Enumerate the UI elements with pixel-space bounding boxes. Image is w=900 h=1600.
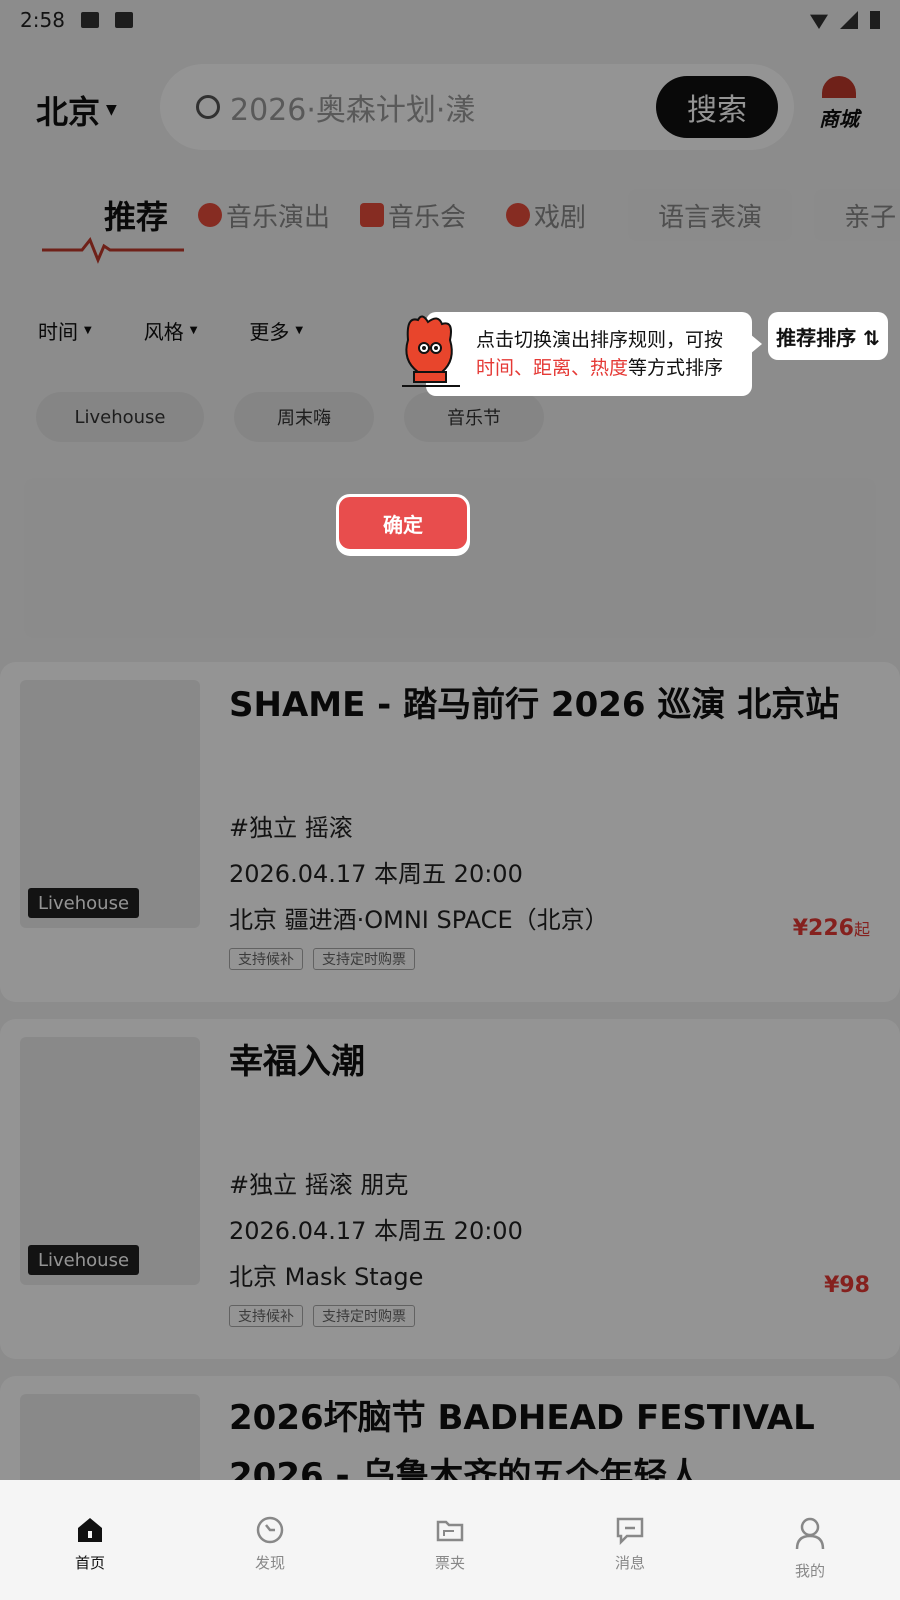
nav-label: 票夹 [434,1554,465,1572]
nav-tickets[interactable]: 票夹 [360,1480,540,1600]
nav-profile[interactable]: 我的 [720,1480,900,1600]
user-icon [794,1514,826,1554]
home-icon [74,1514,106,1546]
sort-button[interactable]: 推荐排序 ⇅ [768,312,888,360]
bottom-nav: 首页 发现 票夹 消息 我的 [0,1480,900,1600]
nav-label: 消息 [614,1554,645,1572]
mascot-icon [402,315,460,387]
tooltip-line-1: 点击切换演出排序规则，可按 [476,329,724,351]
coach-mark-overlay[interactable] [0,0,900,1600]
tooltip-line-2: 时间、距离、热度等方式排序 [476,354,730,382]
compass-icon [254,1514,286,1546]
nav-home[interactable]: 首页 [0,1480,180,1600]
sort-tip-tooltip: 点击切换演出排序规则，可按 时间、距离、热度等方式排序 [426,312,762,396]
tooltip-line-2-rest: 等方式排序 [628,357,724,379]
tooltip-highlight: 时间、距离、热度 [476,357,629,379]
folder-icon [434,1514,466,1546]
confirm-button[interactable]: 确定 [336,494,470,552]
message-icon [614,1514,646,1546]
nav-label: 我的 [794,1562,825,1580]
nav-label: 首页 [74,1554,105,1572]
nav-discover[interactable]: 发现 [180,1480,360,1600]
nav-label: 发现 [254,1554,285,1572]
tooltip-arrow [750,334,762,354]
nav-messages[interactable]: 消息 [540,1480,720,1600]
